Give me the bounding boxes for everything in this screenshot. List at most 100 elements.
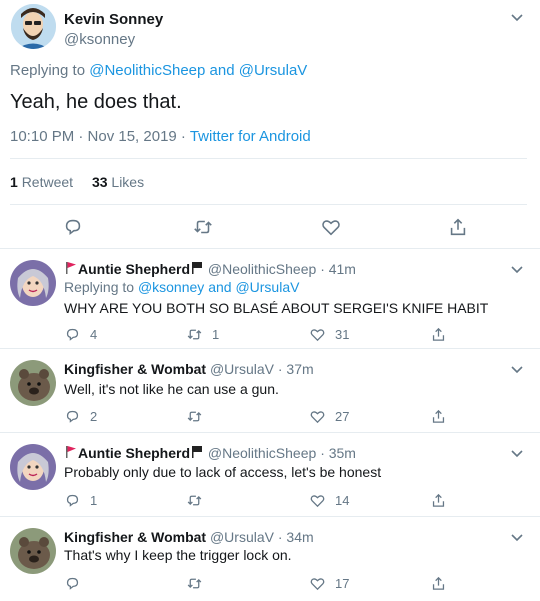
retweet-icon [194,220,212,234]
avatar[interactable] [10,260,56,306]
comment-icon [66,328,79,341]
heart-icon [310,410,325,423]
heart-icon [310,494,325,507]
like-button[interactable]: 14 [309,491,349,509]
author-handle[interactable]: @UrsulaV [210,361,274,377]
reply-text: Well, it's not like he can use a gun. [64,381,279,397]
retweet-count: 1 [212,326,220,342]
author-name[interactable]: Kevin Sonney [64,11,163,28]
red-flag-icon [66,262,76,274]
share-button[interactable] [430,574,456,592]
author-handle[interactable]: @NeolithicSheep [208,445,316,461]
share-button[interactable] [430,407,456,425]
heart-icon [322,220,340,236]
chevron-down-icon[interactable] [509,9,525,25]
reply-tweet[interactable]: Auntie Shepherd @NeolithicSheep · 35m Pr… [0,434,540,517]
reply-tweet[interactable]: Auntie Shepherd @NeolithicSheep · 41m Re… [0,250,540,349]
reply-button[interactable] [64,574,90,592]
mention-link[interactable]: @ksonney [138,279,204,295]
like-button[interactable]: 31 [309,325,349,343]
mention-link[interactable]: @NeolithicSheep [89,62,205,79]
retweet-icon [187,495,202,505]
likes-stat[interactable]: 33 Likes [92,174,144,190]
author-handle[interactable]: @ksonney [64,31,135,48]
replying-to: Replying to @NeolithicSheep and @UrsulaV [10,62,307,79]
author-handle[interactable]: @NeolithicSheep [208,261,316,277]
author-name[interactable]: Kingfisher & Wombat [64,361,206,377]
share-button[interactable] [430,325,456,343]
source-link[interactable]: Twitter for Android [190,128,311,145]
share-icon [432,576,445,590]
reply-time[interactable]: · 34m [278,529,314,545]
reply-tweet[interactable]: Kingfisher & Wombat @UrsulaV · 37m Well,… [0,350,540,433]
reply-header: Kingfisher & Wombat @UrsulaV · 34m [64,529,314,545]
retweet-icon [187,578,202,588]
like-button[interactable] [320,216,342,238]
comment-icon [66,494,79,507]
share-icon [432,409,445,423]
retweet-button[interactable] [186,407,212,425]
avatar[interactable] [10,444,56,490]
reply-text: WHY ARE YOU BOTH SO BLASÉ ABOUT SERGEI'S… [64,300,489,316]
likes-count: 33 [91,174,108,190]
chevron-down-icon[interactable] [509,445,525,461]
chevron-down-icon[interactable] [509,361,525,377]
avatar[interactable] [11,4,56,49]
retweet-button[interactable]: 1 [186,325,219,343]
like-count: 31 [335,326,350,342]
replying-to: Replying to @ksonney and @UrsulaV [64,279,299,295]
share-icon [432,493,445,507]
tweet-stats: 1 Retweet 33 Likes [10,174,144,190]
red-flag-icon [66,446,76,458]
heart-icon [310,577,325,590]
replying-prefix: Replying to [10,62,86,79]
avatar[interactable] [10,528,56,574]
avatar[interactable] [10,360,56,406]
reply-text: That's why I keep the trigger lock on. [64,547,292,563]
reply-button[interactable]: 4 [64,325,97,343]
reply-button[interactable]: 1 [64,491,97,509]
heart-icon [310,328,325,341]
chevron-down-icon[interactable] [509,529,525,545]
retweet-icon [187,411,202,421]
share-icon [432,327,445,341]
mention-link[interactable]: @UrsulaV [239,62,308,79]
divider [10,204,527,205]
share-button[interactable] [430,491,456,509]
comment-icon [66,410,79,423]
retweets-count: 1 [10,174,18,190]
retweet-button[interactable] [186,574,212,592]
reply-tweet[interactable]: Kingfisher & Wombat @UrsulaV · 34m That'… [0,518,540,601]
reply-time[interactable]: · 35m [320,445,356,461]
tweet-text: Yeah, he does that. [10,91,182,113]
like-button[interactable]: 17 [309,574,349,592]
replying-and: and [208,279,232,295]
share-icon [450,218,466,236]
black-flag-icon [192,262,203,274]
black-flag-icon [192,446,203,458]
author-name[interactable]: Kingfisher & Wombat [64,529,206,545]
reply-time[interactable]: · 37m [278,361,314,377]
reply-button[interactable]: 2 [64,407,97,425]
mention-link[interactable]: @UrsulaV [235,279,299,295]
retweets-stat[interactable]: 1 Retweet [10,174,73,190]
like-button[interactable]: 27 [309,407,349,425]
reply-header: Kingfisher & Wombat @UrsulaV · 37m [64,361,314,377]
timestamp[interactable]: 10:10 PM · Nov 15, 2019 · [10,128,190,145]
comment-icon [66,577,79,590]
share-button[interactable] [447,216,469,238]
chevron-down-icon[interactable] [509,261,525,277]
author-name[interactable]: Auntie Shepherd [78,445,190,461]
like-count: 14 [335,492,350,508]
retweet-button[interactable] [186,491,212,509]
reply-button[interactable] [62,216,84,238]
reply-text: Probably only due to lack of access, let… [64,464,382,480]
reply-time[interactable]: · 41m [320,261,356,277]
retweets-label: Retweet [21,174,74,190]
author-handle[interactable]: @UrsulaV [210,529,274,545]
reply-count: 1 [90,492,98,508]
author-name[interactable]: Auntie Shepherd [78,261,190,277]
retweet-button[interactable] [192,216,214,238]
divider [10,158,527,159]
replying-and: and [209,62,235,79]
